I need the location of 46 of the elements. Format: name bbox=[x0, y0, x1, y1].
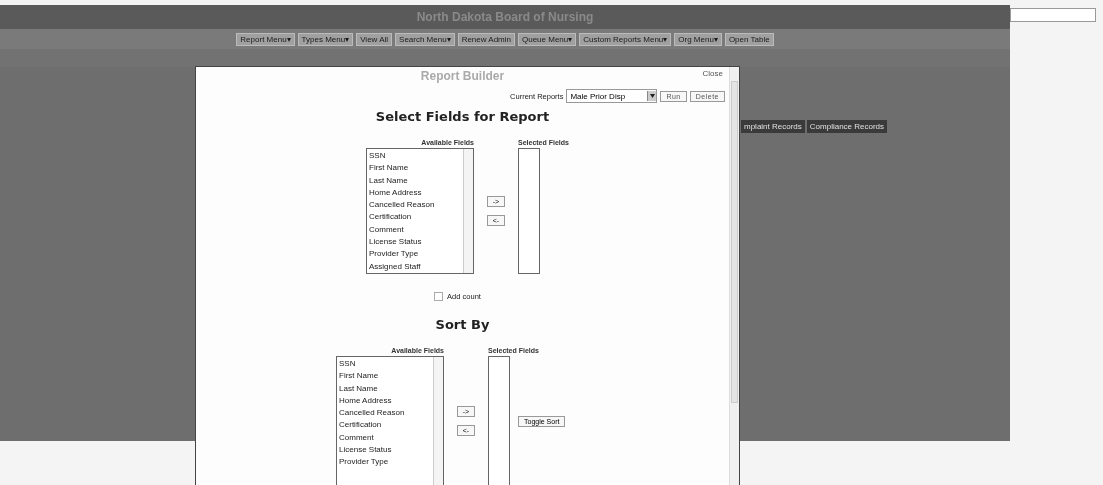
current-reports-select[interactable]: Male Prior Disp bbox=[566, 89, 658, 103]
list-item[interactable]: License Status bbox=[369, 236, 461, 249]
list-item[interactable]: Comment bbox=[339, 431, 431, 445]
available-fields-list[interactable]: SSN First Name Last Name Home Address Cancelled Reason Certification Comment License Status Provider Type bbox=[336, 356, 444, 485]
list-item[interactable]: SSN bbox=[369, 150, 461, 163]
tab[interactable]: mplaint Records bbox=[741, 120, 805, 133]
list-item[interactable]: First Name bbox=[369, 162, 461, 175]
list-item[interactable]: License Status bbox=[339, 444, 431, 457]
list-item[interactable]: Provider Type bbox=[369, 248, 461, 261]
dialog-title: Report Builder bbox=[420, 69, 505, 83]
scrollbar[interactable] bbox=[433, 357, 443, 485]
section-heading: Sort By bbox=[435, 317, 490, 332]
list-item[interactable]: SSN bbox=[339, 358, 431, 371]
search-field[interactable] bbox=[1010, 8, 1096, 22]
menu-item[interactable]: Search Menu▾ bbox=[395, 32, 455, 46]
selected-fields-list[interactable] bbox=[518, 148, 540, 274]
list-item[interactable]: Certification bbox=[369, 211, 461, 224]
menu-item[interactable]: Custom Reports Menu▾ bbox=[579, 32, 672, 46]
section-heading: Select Fields for Report bbox=[375, 109, 550, 124]
menu-item[interactable]: Report Menu▾ bbox=[236, 32, 295, 46]
list-item[interactable]: Certification bbox=[339, 419, 431, 432]
menu-item[interactable]: View All bbox=[356, 32, 393, 46]
list-item[interactable]: Provider Type bbox=[339, 456, 431, 469]
add-count-checkbox[interactable] bbox=[434, 292, 444, 301]
dropdown-caret-icon[interactable] bbox=[647, 91, 657, 101]
list-item[interactable]: Last Name bbox=[369, 174, 461, 187]
close-link[interactable]: Close bbox=[702, 69, 723, 78]
scrollbar-thumb[interactable] bbox=[731, 81, 738, 403]
list-item[interactable]: Last Name bbox=[339, 382, 431, 395]
scrollbar[interactable] bbox=[463, 149, 473, 273]
available-fields-list[interactable]: SSN First Name Last Name Home Address Cancelled Reason Certification Comment License Status Provider Type Assigned Staff bbox=[366, 148, 474, 274]
menu-item[interactable]: Org Menu▾ bbox=[674, 32, 722, 46]
menu-item[interactable]: Renew Admin bbox=[457, 32, 515, 46]
list-item[interactable]: Comment bbox=[369, 223, 461, 237]
menu-item[interactable]: Types Menu▾ bbox=[297, 32, 354, 46]
tab[interactable]: Compliance Records bbox=[806, 120, 888, 133]
list-item[interactable]: Assigned Staff bbox=[369, 260, 461, 273]
list-item[interactable]: First Name bbox=[339, 370, 431, 383]
list-item[interactable]: Home Address bbox=[339, 394, 431, 408]
menu-item[interactable]: Open Table bbox=[724, 32, 774, 46]
list-item[interactable]: Home Address bbox=[369, 186, 461, 200]
list-item[interactable]: Cancelled Reason bbox=[369, 199, 461, 212]
selected-fields-list[interactable] bbox=[488, 356, 510, 485]
dialog-scrollbar[interactable] bbox=[729, 67, 739, 485]
list-item[interactable]: Cancelled Reason bbox=[339, 407, 431, 420]
menu-item[interactable]: Queue Menu▾ bbox=[518, 32, 577, 46]
